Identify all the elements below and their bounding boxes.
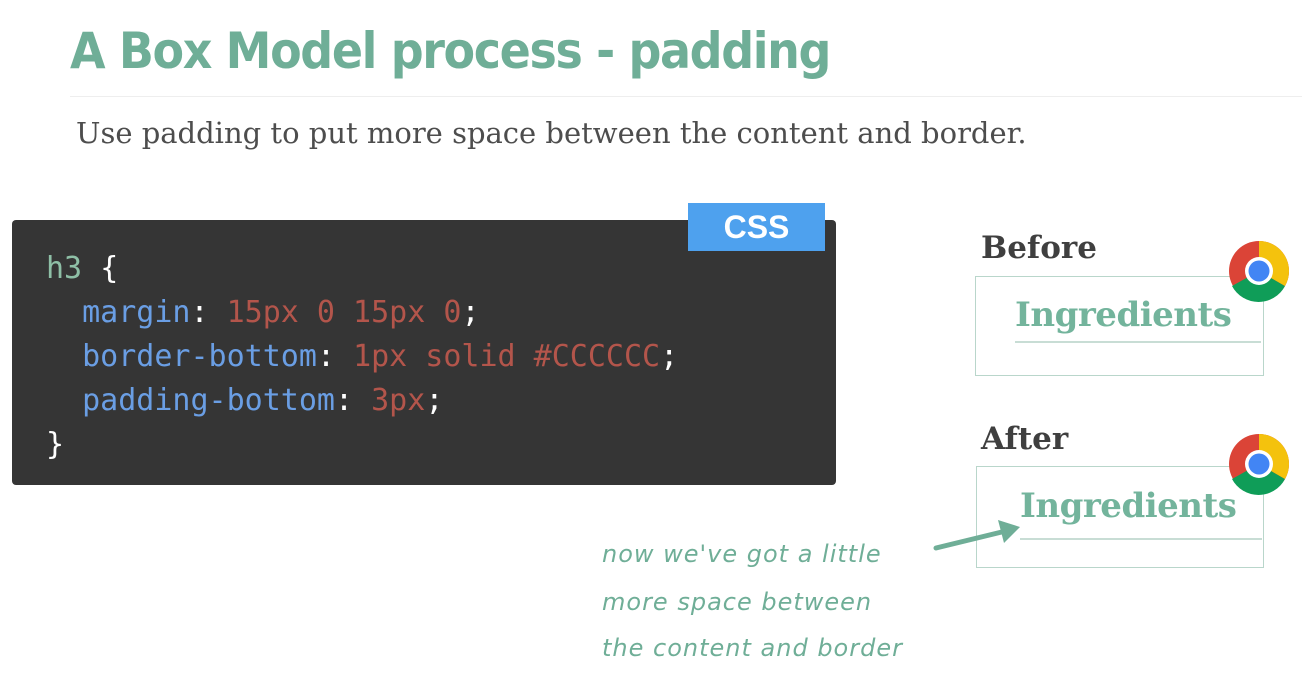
code-line-declaration: margin: 15px 0 15px 0; xyxy=(82,295,480,330)
css-badge: CSS xyxy=(688,203,825,251)
before-heading: Ingredients xyxy=(1015,295,1232,335)
note-line: now we've got a little xyxy=(602,540,882,568)
code-value: 1px solid #CCCCCC xyxy=(353,339,661,374)
code-text: h3 { margin: 15px 0 15px 0; border-botto… xyxy=(46,247,678,467)
slide-title: A Box Model process - padding xyxy=(70,22,831,80)
chrome-logo-icon xyxy=(1229,241,1290,302)
chrome-logo-icon xyxy=(1229,434,1290,495)
note-line: more space between xyxy=(602,588,873,616)
arrow-icon xyxy=(933,520,1020,551)
code-line-declaration: padding-bottom: 3px; xyxy=(82,383,444,418)
before-label: Before xyxy=(981,230,1097,266)
code-line-closing: } xyxy=(46,423,678,467)
code-value: 3px xyxy=(371,383,426,418)
code-value: 15px 0 15px 0 xyxy=(226,295,462,330)
code-open-brace: { xyxy=(100,251,119,286)
after-label: After xyxy=(981,421,1069,457)
code-line-selector: h3 { xyxy=(46,247,678,291)
code-close-brace: } xyxy=(46,427,65,462)
code-property: border-bottom xyxy=(82,339,317,374)
before-preview-frame: Ingredients xyxy=(975,276,1264,376)
after-heading-border xyxy=(1020,538,1262,540)
note-line: the content and border xyxy=(602,634,903,662)
code-selector: h3 xyxy=(46,251,83,286)
code-line-declaration: border-bottom: 1px solid #CCCCCC; xyxy=(82,339,679,374)
title-divider xyxy=(70,96,1302,97)
after-heading: Ingredients xyxy=(1020,486,1237,526)
code-property: padding-bottom xyxy=(82,383,335,418)
before-heading-border xyxy=(1015,341,1261,343)
code-property: margin xyxy=(82,295,191,330)
slide-subtitle: Use padding to put more space between th… xyxy=(76,116,1027,150)
